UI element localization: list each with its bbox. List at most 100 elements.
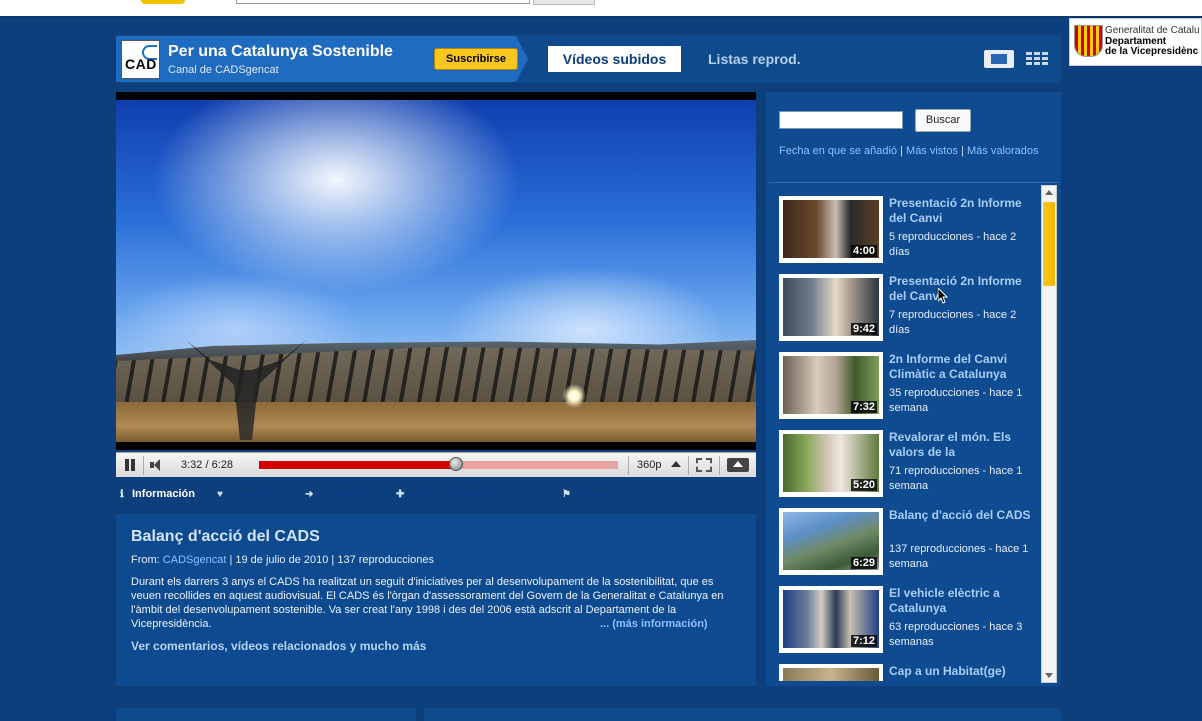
site-logo[interactable]: [141, 0, 185, 4]
list-item[interactable]: 4:00 Presentació 2n Informe del Canvi 5 …: [779, 185, 1039, 263]
video-player[interactable]: [116, 92, 756, 450]
upload-date: 19 de julio de 2010: [235, 554, 329, 566]
player-controls: 3:32 / 6:28 360p: [116, 452, 756, 477]
tab-favorites[interactable]: ♥ Favoritos: [217, 488, 279, 500]
site-header: [0, 0, 1202, 16]
quality-arrow-icon[interactable]: [671, 461, 681, 467]
list-item[interactable]: 7:32 2n Informe del Canvi Climàtic a Cat…: [779, 341, 1039, 419]
video-thumbnail[interactable]: 7:12: [779, 586, 883, 653]
video-list-scrollbar[interactable]: [1041, 185, 1057, 683]
gov-logo-line3: de la Vicepresidènc: [1105, 46, 1199, 57]
video-duration: 9:42: [850, 323, 877, 335]
controls-divider: [719, 456, 720, 475]
sidebar-divider: [769, 182, 1059, 183]
video-item-title[interactable]: Presentació 2n Informe del Canvi: [889, 196, 1034, 226]
video-frame-ground: [116, 402, 756, 442]
site-search-input[interactable]: [236, 0, 530, 4]
plus-icon: ✚: [396, 489, 405, 500]
list-item[interactable]: 7:12 El vehicle elèctric a Catalunya 63 …: [779, 575, 1039, 653]
comments-link[interactable]: Ver comentarios, vídeos relacionados y m…: [131, 639, 426, 653]
video-thumbnail[interactable]: 9:42: [779, 274, 883, 341]
list-item[interactable]: 5:20 Revalorar el món. Els valors de la …: [779, 419, 1039, 497]
video-item-title[interactable]: Cap a un Habitat(ge): [889, 664, 1034, 679]
scrollbar-thumb[interactable]: [1043, 202, 1055, 286]
tab-flag-label: Marcar: [574, 488, 611, 500]
tab-share-label: Compartir: [317, 488, 370, 500]
volume-icon[interactable]: [150, 458, 172, 472]
video-duration: 7:12: [850, 635, 877, 647]
list-item[interactable]: 9:42 Presentació 2n Informe del Canvi 7 …: [779, 263, 1039, 341]
site-search-button[interactable]: [533, 0, 595, 5]
video-item-title[interactable]: El vehicle elèctric a Catalunya: [889, 586, 1034, 616]
video-item-meta: 63 reproducciones - hace 3 semanas: [889, 621, 1023, 648]
video-thumbnail[interactable]: 6:29: [779, 508, 883, 575]
channel-title: Per una Catalunya Sostenible: [168, 43, 393, 60]
controls-divider: [688, 456, 689, 475]
video-item-title[interactable]: 2n Informe del Canvi Climàtic a Cataluny…: [889, 352, 1034, 382]
grid-view-icon[interactable]: [1026, 52, 1048, 66]
player-view-icon[interactable]: [984, 50, 1014, 68]
arrow-right-icon: ➜: [305, 489, 314, 500]
scroll-up-icon[interactable]: [1045, 190, 1053, 195]
bottom-panel-left: [116, 708, 416, 721]
fullscreen-icon[interactable]: [696, 458, 712, 472]
channel-logo-text: CAD: [125, 56, 157, 72]
more-info-link[interactable]: ... (más información): [600, 618, 708, 630]
video-item-title[interactable]: Balanç d'acció del CADS: [889, 508, 1034, 523]
progress-bar[interactable]: [259, 457, 618, 471]
pause-icon[interactable]: [124, 459, 136, 471]
subscribe-button[interactable]: Suscribirse: [434, 48, 518, 70]
from-label: From:: [131, 554, 160, 566]
video-duration: 7:32: [850, 401, 877, 413]
video-frame-glare: [562, 384, 586, 408]
sort-links: Fecha en que se añadió | Más vistos | Má…: [779, 144, 1044, 159]
tab-playlists-add-label: Listas de reproducción: [408, 488, 530, 500]
list-item[interactable]: 6:29 Balanç d'acció del CADS 137 reprodu…: [779, 497, 1039, 575]
tab-info-label: Información: [132, 488, 195, 500]
sort-by-date[interactable]: Fecha en que se añadió: [779, 145, 897, 157]
bottom-panel-right: [424, 708, 1061, 721]
video-duration: 6:29: [850, 557, 877, 569]
progress-handle[interactable]: [449, 457, 464, 471]
generalitat-logo[interactable]: Generalitat de Catalu Departament de la …: [1069, 18, 1202, 66]
header-divider: [0, 16, 1202, 18]
video-item-title[interactable]: Revalorar el món. Els valors de la: [889, 430, 1034, 460]
video-duration: 4:00: [850, 245, 877, 257]
tab-playlists[interactable]: Listas reprod.: [708, 51, 801, 67]
list-item[interactable]: Cap a un Habitat(ge): [779, 653, 1039, 681]
tab-info[interactable]: ℹ Información: [120, 488, 195, 500]
video-item-meta: 71 reproducciones - hace 1 semana: [889, 465, 1023, 492]
info-icon: ℹ: [120, 489, 124, 500]
channel-search-button[interactable]: Buscar: [915, 109, 971, 132]
channel-subtitle: Canal de CADSgencat: [168, 64, 279, 76]
channel-search-input[interactable]: [779, 111, 903, 129]
video-list: 4:00 Presentació 2n Informe del Canvi 5 …: [769, 185, 1041, 681]
tab-favorites-label: Favoritos: [229, 488, 279, 500]
video-item-meta: 35 reproducciones - hace 1 semana: [889, 387, 1023, 414]
video-thumbnail[interactable]: 7:32: [779, 352, 883, 419]
controls-divider: [628, 456, 629, 475]
tab-share[interactable]: ➜ Compartir: [305, 488, 370, 500]
gov-logo-line1: Generalitat de Catalu: [1105, 25, 1200, 36]
video-thumbnail[interactable]: 5:20: [779, 430, 883, 497]
video-thumbnail[interactable]: [779, 664, 883, 681]
sort-by-views[interactable]: Más vistos: [906, 145, 958, 157]
channel-link[interactable]: CADSgencat: [163, 554, 227, 566]
tab-flag[interactable]: ⚑ Marcar: [562, 488, 610, 500]
controls-divider: [143, 456, 144, 475]
tab-uploaded-videos[interactable]: Vídeos subidos: [548, 46, 681, 72]
video-frame-sky: [116, 100, 756, 370]
heart-icon: ♥: [217, 489, 223, 500]
video-item-title[interactable]: Presentació 2n Informe del Canvi: [889, 274, 1034, 304]
tab-playlists-add[interactable]: ✚ Listas de reproducción: [396, 488, 529, 500]
popout-icon[interactable]: [727, 458, 749, 472]
sort-by-rating[interactable]: Más valorados: [967, 145, 1039, 157]
video-duration: 5:20: [850, 479, 877, 491]
view-count: 137 reproducciones: [337, 554, 434, 566]
video-item-meta: 137 reproducciones - hace 1 semana: [889, 543, 1029, 570]
channel-avatar[interactable]: CAD: [121, 40, 160, 79]
quality-selector[interactable]: 360p: [637, 459, 661, 471]
scroll-down-icon[interactable]: [1045, 673, 1053, 678]
video-thumbnail[interactable]: 4:00: [779, 196, 883, 263]
thumbnail-image: [783, 668, 879, 681]
